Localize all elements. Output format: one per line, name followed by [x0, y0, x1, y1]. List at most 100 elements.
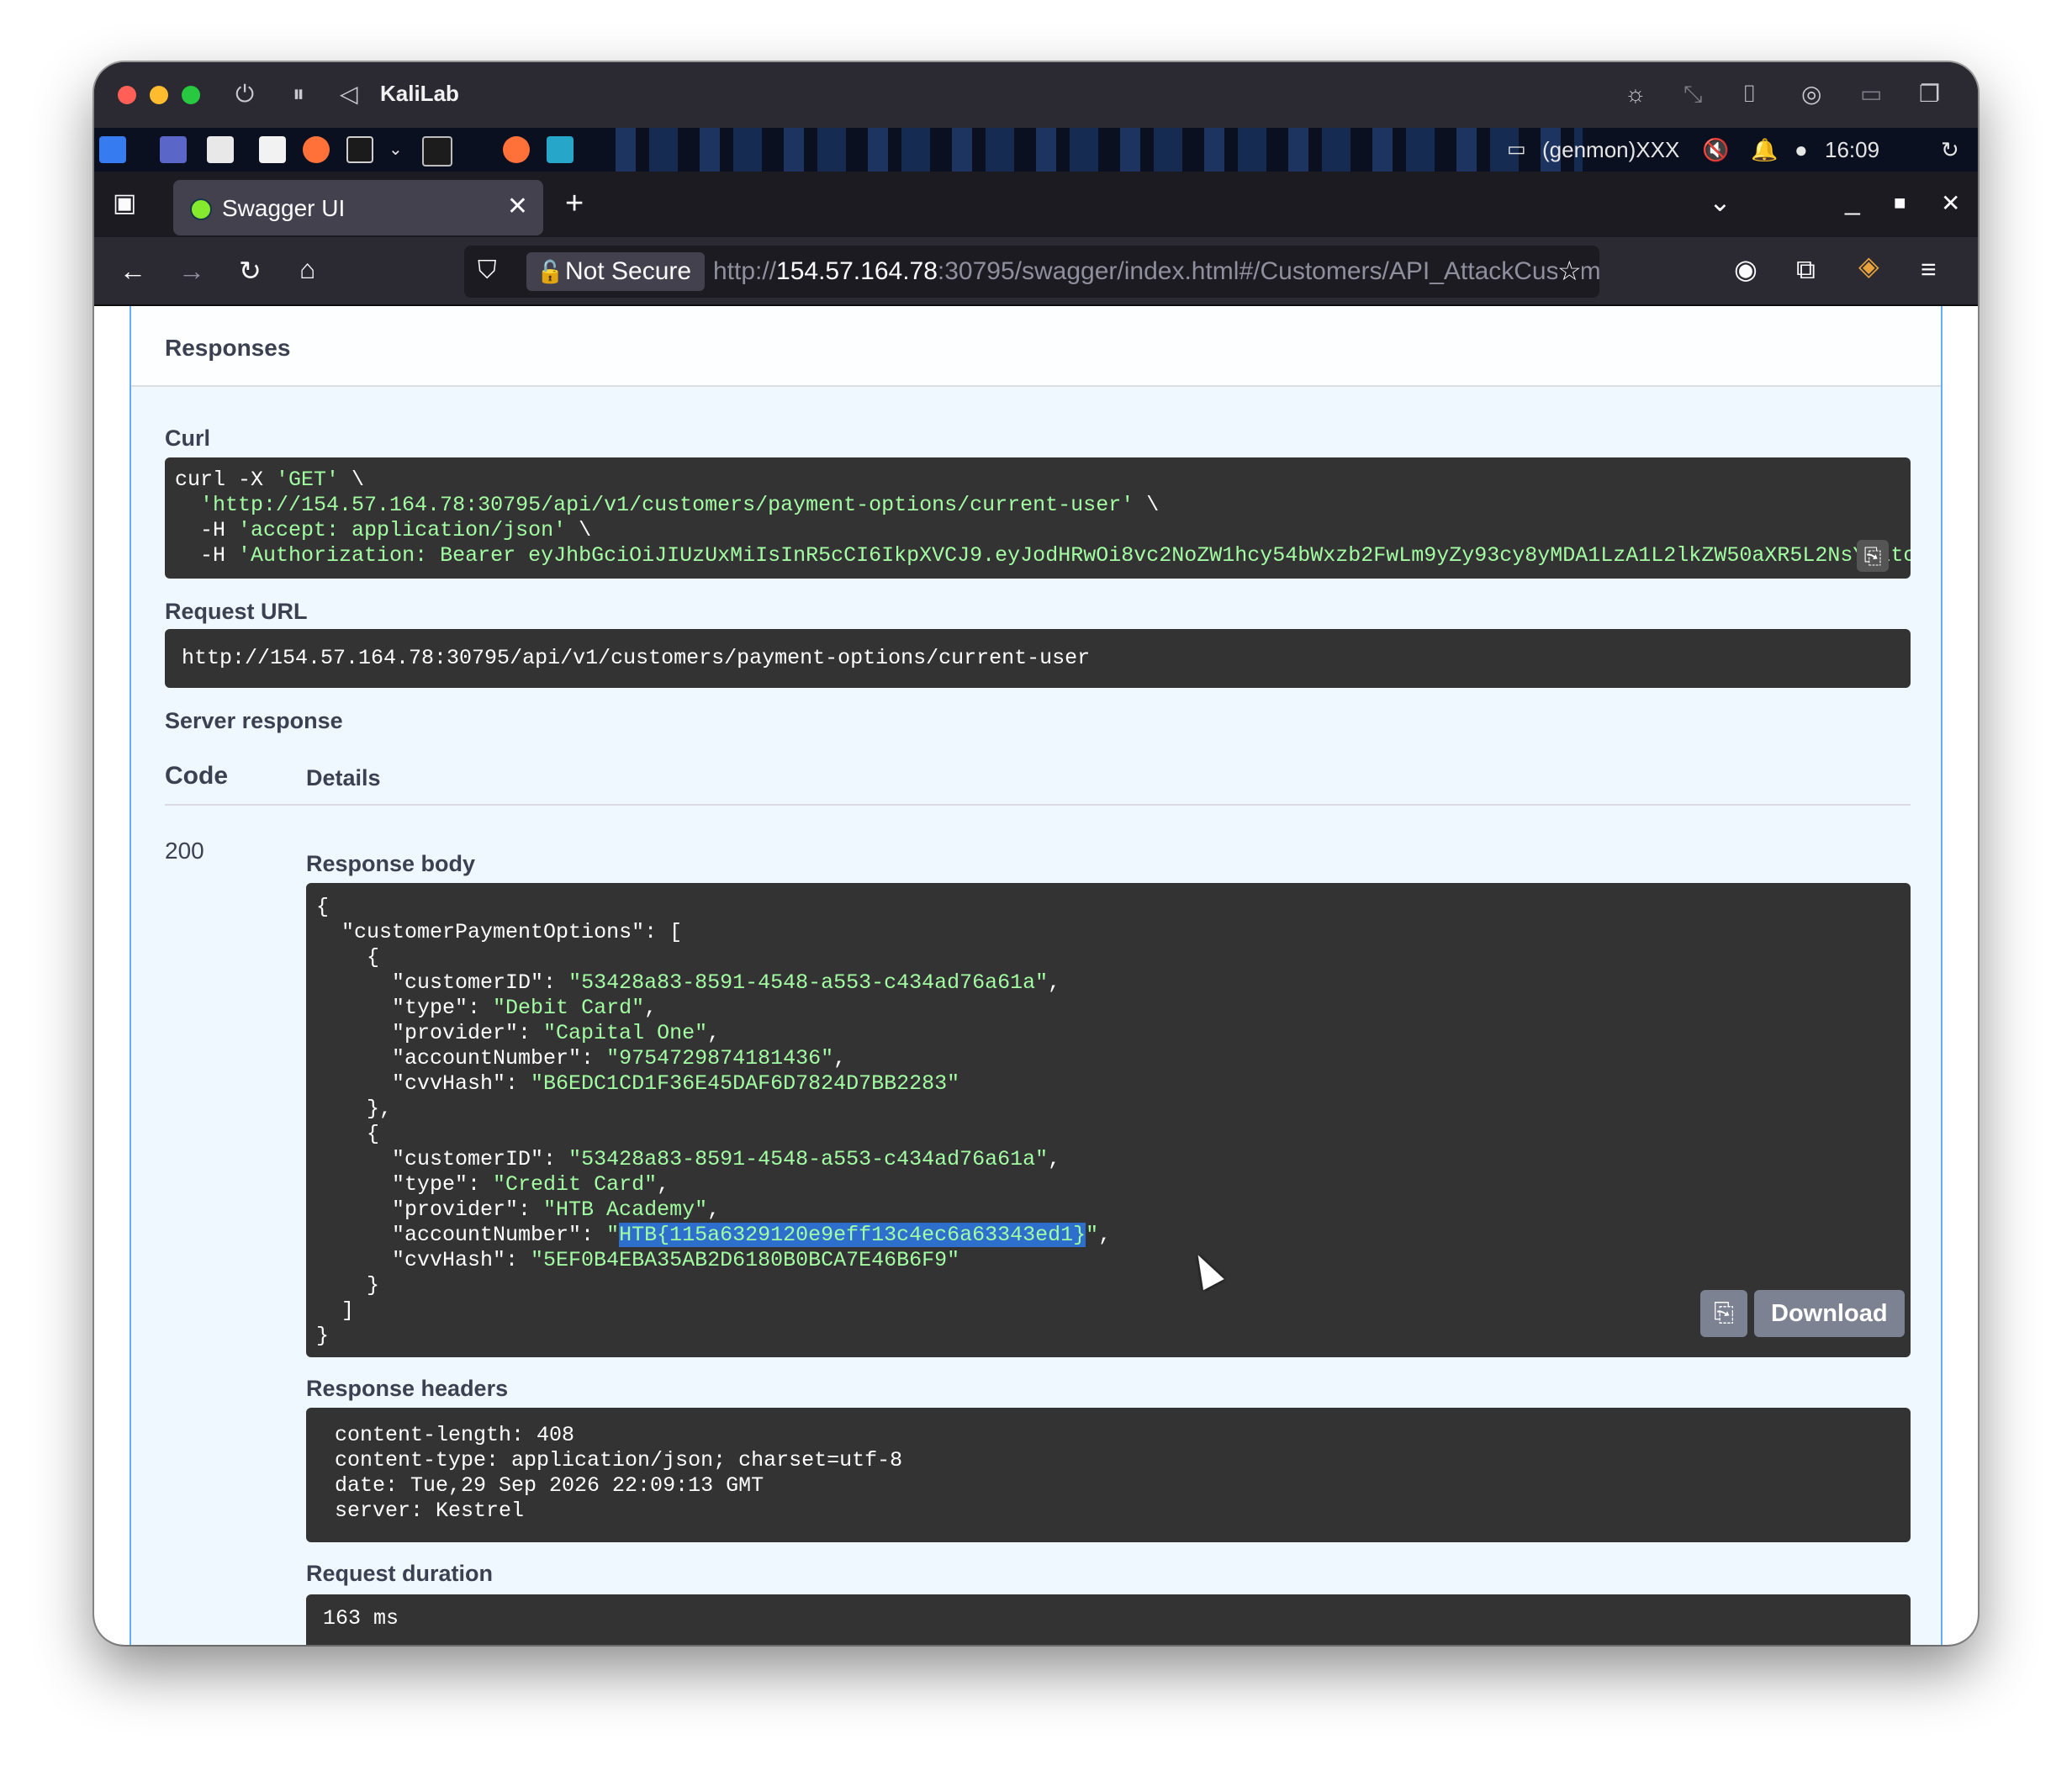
tab-close-icon[interactable]: ✕: [507, 192, 528, 221]
json-quote: ": [606, 1223, 620, 1247]
maximize-icon[interactable]: ■: [1894, 187, 1906, 220]
close-browser-icon[interactable]: ✕: [1941, 187, 1960, 220]
header-content-length: content-length: 408: [335, 1423, 575, 1447]
json-value-type: "Debit Card": [493, 996, 645, 1020]
response-headers-block[interactable]: content-length: 408 content-type: applic…: [306, 1408, 1911, 1542]
json-value-customerID: "53428a83-8591-4548-a553-c434ad76a61a": [568, 1147, 1049, 1171]
menu-icon[interactable]: ≡: [1921, 252, 1937, 286]
code-column-header: Code: [165, 762, 228, 790]
operation-block: Responses Curl curl -X 'GET' \ 'http://1…: [130, 306, 1942, 1645]
back-icon[interactable]: ◁: [340, 77, 358, 111]
curl-line4-auth: 'Authorization: Bearer eyJhbGciOiJIUzUxM…: [238, 543, 1911, 568]
minimize-window-button[interactable]: [150, 86, 168, 104]
extensions-icon[interactable]: ⧉: [1796, 252, 1816, 286]
firefox-launcher-icon[interactable]: [303, 136, 330, 163]
json-object-close: },: [367, 1097, 393, 1121]
json-key: "customerID":: [392, 1147, 569, 1171]
json-key: "accountNumber":: [392, 1046, 607, 1071]
url-host: 154.57.164.78: [776, 257, 938, 285]
tab-swagger-ui[interactable]: Swagger UI ✕: [173, 180, 543, 235]
muted-audio-icon[interactable]: 🔇: [1702, 135, 1729, 165]
refresh-icon[interactable]: ↻: [1941, 135, 1959, 165]
json-value-provider: "HTB Academy": [543, 1197, 708, 1222]
response-body-block[interactable]: { "customerPaymentOptions": [ { "custome…: [306, 883, 1911, 1357]
json-comma: ,: [644, 996, 658, 1020]
not-secure-badge[interactable]: 🔓 Not Secure: [526, 252, 706, 291]
curl-line1-method: 'GET': [276, 468, 340, 492]
request-url-value[interactable]: http://154.57.164.78:30795/api/v1/custom…: [165, 629, 1911, 688]
terminal-icon[interactable]: [346, 136, 373, 163]
panel-clock: 16:09: [1825, 137, 1880, 162]
curl-line3-header: 'accept: application/json': [238, 518, 567, 542]
firefox-view-icon[interactable]: ▣: [113, 187, 136, 220]
url-text[interactable]: http://154.57.164.78:30795/swagger/index…: [713, 257, 1599, 286]
json-value-type: "Credit Card": [493, 1172, 658, 1197]
back-arrow-icon[interactable]: ←: [119, 254, 146, 288]
terminal-dropdown-icon[interactable]: ⌄: [388, 135, 403, 165]
list-all-tabs-icon[interactable]: ⌄: [1709, 185, 1731, 219]
firefox-task-icon[interactable]: [503, 136, 530, 163]
brightness-icon[interactable]: ☼: [1625, 77, 1646, 111]
url-bar[interactable]: ⛉ 🔓 Not Secure http://154.57.164.78:3079…: [464, 246, 1599, 298]
copy-curl-icon[interactable]: ⎘: [1857, 540, 1889, 572]
json-comma: ,: [1048, 1147, 1061, 1171]
resize-icon[interactable]: ⤡: [1684, 77, 1702, 111]
selected-flag-text[interactable]: HTB{115a6329120e9eff13c4ec6a63343ed1}: [619, 1223, 1086, 1247]
curl-command-block[interactable]: curl -X 'GET' \ 'http://154.57.164.78:30…: [165, 457, 1911, 579]
windows-icon[interactable]: ❐: [1919, 77, 1940, 111]
kali-menu-icon[interactable]: [99, 136, 126, 163]
json-comma: ,: [657, 1172, 670, 1197]
workspace-2[interactable]: [459, 136, 486, 163]
header-server: server: Kestrel: [335, 1499, 525, 1523]
json-object-open: {: [367, 1122, 380, 1146]
minimize-icon[interactable]: _: [1845, 183, 1860, 217]
json-key: "provider":: [392, 1197, 544, 1222]
bookmark-star-icon[interactable]: ☆: [1557, 254, 1582, 288]
zoom-window-button[interactable]: [182, 86, 200, 104]
vm-title: KaliLab: [380, 81, 459, 106]
request-duration-label: Request duration: [306, 1561, 494, 1586]
server-response-label: Server response: [165, 708, 343, 733]
json-value-provider: "Capital One": [543, 1021, 708, 1045]
json-comma: ,: [833, 1046, 847, 1071]
json-key: "provider":: [392, 1021, 544, 1045]
power-icon[interactable]: ⏻: [235, 77, 254, 111]
burp-task-icon[interactable]: [547, 136, 574, 163]
tab-title: Swagger UI: [222, 195, 346, 221]
account-icon[interactable]: ◉: [1734, 252, 1758, 286]
json-key: "customerID":: [392, 970, 569, 995]
workspace-1[interactable]: [422, 136, 452, 167]
show-desktop-icon[interactable]: [160, 136, 187, 163]
notifications-icon[interactable]: 🔔: [1751, 135, 1778, 165]
download-button[interactable]: Download: [1754, 1290, 1905, 1337]
json-object-open: {: [367, 945, 380, 970]
close-window-button[interactable]: [118, 86, 136, 104]
camera-icon[interactable]: ◎: [1801, 77, 1821, 111]
pause-icon[interactable]: ⏸: [293, 77, 304, 111]
curl-line1-cont: \: [339, 468, 365, 492]
shield-icon[interactable]: ⛉: [478, 254, 497, 288]
curl-line4-flag: -H: [200, 543, 239, 568]
power-manager-icon[interactable]: ●: [1794, 135, 1808, 165]
copy-response-icon[interactable]: ⎘: [1700, 1290, 1747, 1337]
json-key: "cvvHash":: [392, 1248, 531, 1272]
json-list-close: ]: [341, 1298, 355, 1323]
file-manager-icon[interactable]: [207, 136, 234, 163]
curl-line1-cmd: curl -X: [175, 468, 277, 492]
text-editor-icon[interactable]: [259, 136, 286, 163]
usb-icon[interactable]: ⌷: [1742, 77, 1757, 111]
json-value-cvvHash: "5EF0B4EBA35AB2D6180B0BCA7E46B6F9": [531, 1248, 960, 1272]
vm-window: ⏻ ⏸ ◁ KaliLab ☼ ⤡ ⌷ ◎ ▭ ❐ ⌄ ▭ (genmon)XX…: [94, 62, 1978, 1645]
browser-tabbar: ▣ Swagger UI ✕ + ⌄ _ ■ ✕: [94, 172, 1978, 237]
browser-navbar: ← → ↻ ⌂ ⛉ 🔓 Not Secure http://154.57.164…: [94, 237, 1978, 306]
response-headers-label: Response headers: [306, 1376, 509, 1401]
folder-icon[interactable]: ▭: [1860, 77, 1882, 111]
forward-arrow-icon[interactable]: →: [178, 254, 205, 288]
new-tab-icon[interactable]: +: [565, 187, 584, 220]
burp-extension-icon[interactable]: ◈: [1858, 249, 1879, 283]
json-value-customerID: "53428a83-8591-4548-a553-c434ad76a61a": [568, 970, 1049, 995]
home-icon[interactable]: ⌂: [299, 252, 315, 286]
not-secure-label: Not Secure: [565, 257, 692, 285]
reload-icon[interactable]: ↻: [239, 254, 262, 288]
url-scheme: http://: [713, 257, 777, 285]
